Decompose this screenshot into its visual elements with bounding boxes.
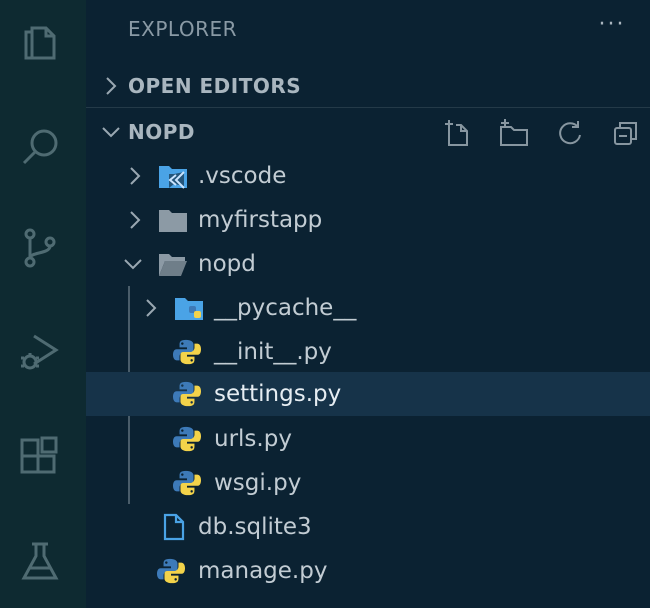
chevron-down-icon	[102, 127, 120, 138]
python-file-icon	[157, 558, 185, 584]
workspace-actions	[440, 113, 650, 153]
tree-item-label: manage.py	[198, 558, 328, 584]
chevron-right-icon	[130, 167, 141, 185]
source-control-icon[interactable]	[10, 218, 70, 278]
activity-bar	[0, 0, 86, 608]
collapse-all-icon[interactable]	[608, 115, 644, 151]
tree-item-label: settings.py	[214, 381, 342, 407]
vscode-folder-icon	[159, 166, 187, 189]
tree-item-init[interactable]: __init__.py	[86, 330, 650, 374]
workspace-label: NOPD	[128, 120, 195, 144]
tree-item-label: nopd	[198, 251, 256, 277]
tree-item-settings[interactable]: settings.py	[86, 372, 650, 416]
refresh-icon[interactable]	[552, 115, 588, 151]
chevron-right-icon	[106, 77, 117, 95]
file-icon	[163, 513, 185, 541]
tree-item-pycache[interactable]: __pycache__	[86, 286, 650, 330]
tree-item-label: __pycache__	[214, 295, 357, 321]
run-debug-icon[interactable]	[10, 322, 70, 382]
tree-item-vscode[interactable]: .vscode	[86, 154, 650, 198]
chevron-right-icon	[130, 211, 141, 229]
tree-item-manage[interactable]: manage.py	[86, 549, 650, 593]
more-actions-icon[interactable]: ···	[592, 12, 632, 42]
python-folder-icon	[175, 298, 203, 320]
search-icon[interactable]	[10, 117, 70, 177]
tree-item-label: __init__.py	[214, 339, 332, 365]
folder-icon	[159, 210, 187, 232]
tree-item-nopd[interactable]: nopd	[86, 242, 650, 286]
tree-item-db[interactable]: db.sqlite3	[86, 505, 650, 549]
tree-item-myfirstapp[interactable]: myfirstapp	[86, 198, 650, 242]
python-file-icon	[173, 470, 201, 496]
tree-item-wsgi[interactable]: wsgi.py	[86, 461, 650, 505]
explorer-sidebar: EXPLORER ··· OPEN EDITORS NOPD .vscode m…	[86, 0, 650, 608]
tree-item-label: urls.py	[214, 426, 292, 452]
python-file-icon	[173, 339, 201, 365]
folder-open-icon	[159, 254, 187, 276]
tree-item-label: myfirstapp	[198, 207, 323, 233]
python-file-icon	[173, 381, 201, 407]
tree-item-label: db.sqlite3	[198, 514, 312, 540]
section-divider	[86, 107, 650, 108]
explorer-title: EXPLORER	[128, 17, 237, 41]
new-folder-icon[interactable]	[496, 115, 532, 151]
tree-item-label: .vscode	[198, 163, 287, 189]
chevron-down-icon	[124, 259, 142, 270]
open-editors-section[interactable]: OPEN EDITORS	[86, 64, 650, 108]
new-file-icon[interactable]	[440, 115, 476, 151]
extensions-icon[interactable]	[10, 428, 70, 488]
python-file-icon	[173, 426, 201, 452]
chevron-right-icon	[146, 299, 157, 317]
tree-item-urls[interactable]: urls.py	[86, 417, 650, 461]
tree-item-label: wsgi.py	[214, 470, 302, 496]
open-editors-label: OPEN EDITORS	[128, 74, 302, 98]
vscode-window: EXPLORER ··· OPEN EDITORS NOPD .vscode m…	[0, 0, 650, 608]
files-icon[interactable]	[10, 10, 70, 70]
testing-icon[interactable]	[10, 532, 70, 592]
